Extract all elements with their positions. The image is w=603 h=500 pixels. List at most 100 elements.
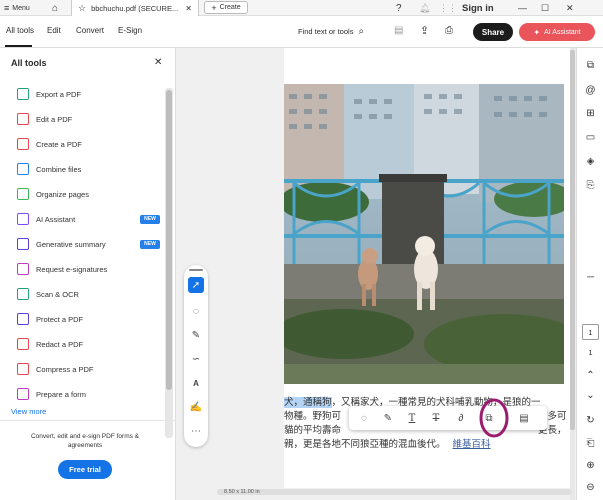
minimize-icon[interactable]: — (518, 0, 527, 16)
sign-icon[interactable]: ✍ (188, 399, 204, 415)
tool-item[interactable]: Organize pages (0, 183, 165, 205)
strikethrough-icon[interactable]: T (428, 410, 444, 426)
tool-item[interactable]: Generative summary NEW (0, 233, 165, 255)
tool-icon (17, 88, 29, 100)
text-selection-toolbar: ◌ ✎ T T ∂ ⧉ ▤ (349, 406, 547, 430)
close-tab-icon[interactable]: ✕ (185, 4, 192, 13)
comment-panel-icon[interactable]: @ (583, 83, 598, 98)
sign-in-button[interactable]: Sign in (462, 0, 494, 16)
save-icon[interactable]: ▤ (394, 25, 403, 36)
new-badge: NEW (140, 214, 160, 224)
tool-icon (17, 163, 29, 175)
page-view-icon[interactable]: ⎗ (583, 436, 598, 451)
tab-edit[interactable]: Edit (47, 26, 61, 35)
document-photo (284, 84, 564, 384)
main-toolbar: All tools Edit Convert E-Sign Find text … (0, 16, 603, 48)
tool-label: Export a PDF (36, 89, 82, 99)
tool-item[interactable]: Request e-signatures (0, 258, 165, 280)
tool-icon (17, 313, 29, 325)
tool-item[interactable]: Combine files (0, 158, 165, 180)
thumbnails-icon[interactable]: ▭ (583, 130, 598, 145)
tool-item[interactable]: Protect a PDF (0, 308, 165, 330)
tab-esign[interactable]: E-Sign (118, 26, 142, 35)
panel-title: All tools (11, 58, 47, 68)
tool-item[interactable]: Prepare a form (0, 383, 165, 405)
comment-icon[interactable]: ◌ (188, 303, 204, 319)
add-comment-icon[interactable]: ◌ (356, 410, 372, 426)
tool-label: Combine files (36, 164, 82, 174)
chevron-up-icon[interactable]: ⌃ (583, 368, 598, 383)
chevron-down-icon[interactable]: ⌄ (583, 388, 598, 403)
tool-item[interactable]: Compress a PDF (0, 358, 165, 380)
close-panel-icon[interactable]: ✕ (154, 57, 162, 68)
tab-document[interactable]: ☆ bbchuchu.pdf (SECURE... ✕ (71, 0, 199, 16)
layers-icon[interactable]: ◈ (583, 154, 598, 169)
create-button[interactable]: + Create (204, 1, 248, 14)
share-button[interactable]: Share (473, 23, 513, 41)
rotate-icon[interactable]: ↻ (583, 413, 598, 428)
bell-icon[interactable]: 🔔︎ (419, 0, 430, 16)
maximize-icon[interactable]: ☐ (541, 0, 549, 16)
tool-icon (17, 263, 29, 275)
tool-label: Redact a PDF (36, 339, 84, 349)
tool-item[interactable]: Redact a PDF (0, 333, 165, 355)
tool-item[interactable]: Export a PDF (0, 83, 165, 105)
ai-assistant-button[interactable]: ✦ AI Assistant (519, 23, 595, 41)
tool-item[interactable]: Edit a PDF (0, 108, 165, 130)
zoom-in-icon[interactable]: ⊕ (583, 458, 598, 473)
apps-icon[interactable]: ⋮⋮ (439, 0, 457, 16)
tool-item[interactable]: Create a PDF (0, 133, 165, 155)
panel-scrollbar-thumb[interactable] (166, 90, 172, 390)
drag-handle[interactable] (189, 269, 203, 271)
tool-label: Create a PDF (36, 139, 82, 149)
tab-all-tools[interactable]: All tools (6, 26, 34, 35)
ai-rewrite-icon[interactable]: ∂ (453, 410, 469, 426)
draw-icon[interactable]: ∽ (188, 351, 204, 367)
tool-icon (17, 113, 29, 125)
main-scrollbar-thumb[interactable] (570, 50, 575, 430)
document-viewport[interactable]: 犬，通稱狗，又稱家犬，一種常見的犬科哺乳動物，是狼的一 物種。野狗可 最多可 貓… (177, 48, 575, 500)
doc-line-4[interactable]: 親，更是各地不同狼亞種的混血後代。 維基百科 (284, 436, 491, 450)
zoom-out-icon[interactable]: ⊖ (583, 480, 598, 495)
select-cursor-icon[interactable]: ➚ (188, 277, 204, 293)
view-more-link[interactable]: View more (11, 407, 46, 416)
free-trial-button[interactable]: Free trial (58, 460, 112, 479)
tool-label: AI Assistant (36, 214, 76, 224)
title-bar: ≡ Menu ⌂ ☆ bbchuchu.pdf (SECURE... ✕ + C… (0, 0, 603, 16)
highlight-icon[interactable]: ✎ (380, 410, 396, 426)
attachments-icon[interactable]: ⎘ (583, 178, 598, 193)
summarize-icon[interactable]: ▤ (516, 410, 532, 426)
menu-label: Menu (12, 4, 30, 12)
tab-document-title: bbchuchu.pdf (SECURE... (91, 3, 179, 13)
tab-convert[interactable]: Convert (76, 26, 104, 35)
page-number-input[interactable]: 1 (582, 324, 599, 340)
tool-icon (17, 363, 29, 375)
doc-line-2[interactable]: 物種。野狗可 最多可 (284, 408, 567, 422)
upload-icon[interactable]: ⇪ (420, 24, 429, 37)
print-icon[interactable]: ⎙ (445, 25, 453, 36)
find-label: Find text or tools (298, 27, 354, 36)
divider (0, 420, 176, 421)
close-window-icon[interactable]: ✕ (566, 0, 574, 16)
page-size-label: 8.50 x 11.00 in (224, 489, 260, 495)
tool-icon (17, 213, 29, 225)
more-tools-icon[interactable]: ⋯ (188, 423, 204, 439)
doc-line-3[interactable]: 貓的平均壽命 更長， (284, 422, 567, 436)
star-icon: ☆ (78, 2, 87, 13)
expand-panel-icon[interactable]: ⧉ (583, 58, 598, 73)
find-tools-button[interactable]: Find text or tools ⌕ (298, 26, 364, 37)
bookmark-icon[interactable]: ⊞ (583, 106, 598, 121)
horizontal-scrollbar[interactable] (217, 489, 572, 495)
home-icon[interactable]: ⌂ (52, 0, 58, 16)
tool-item[interactable]: Scan & OCR (0, 283, 165, 305)
tool-icon (17, 338, 29, 350)
selected-text[interactable]: 犬，通稱狗 (284, 397, 332, 408)
ai-sparkle-icon: ✦ (533, 27, 541, 37)
tool-icon (17, 388, 29, 400)
tool-item[interactable]: AI Assistant NEW (0, 208, 165, 230)
underline-icon[interactable]: T (404, 410, 420, 426)
pen-icon[interactable]: ✎ (188, 327, 204, 343)
help-icon[interactable]: ? (396, 0, 402, 16)
text-box-icon[interactable]: A (188, 375, 204, 391)
menu-button[interactable]: ≡ Menu (4, 0, 30, 16)
